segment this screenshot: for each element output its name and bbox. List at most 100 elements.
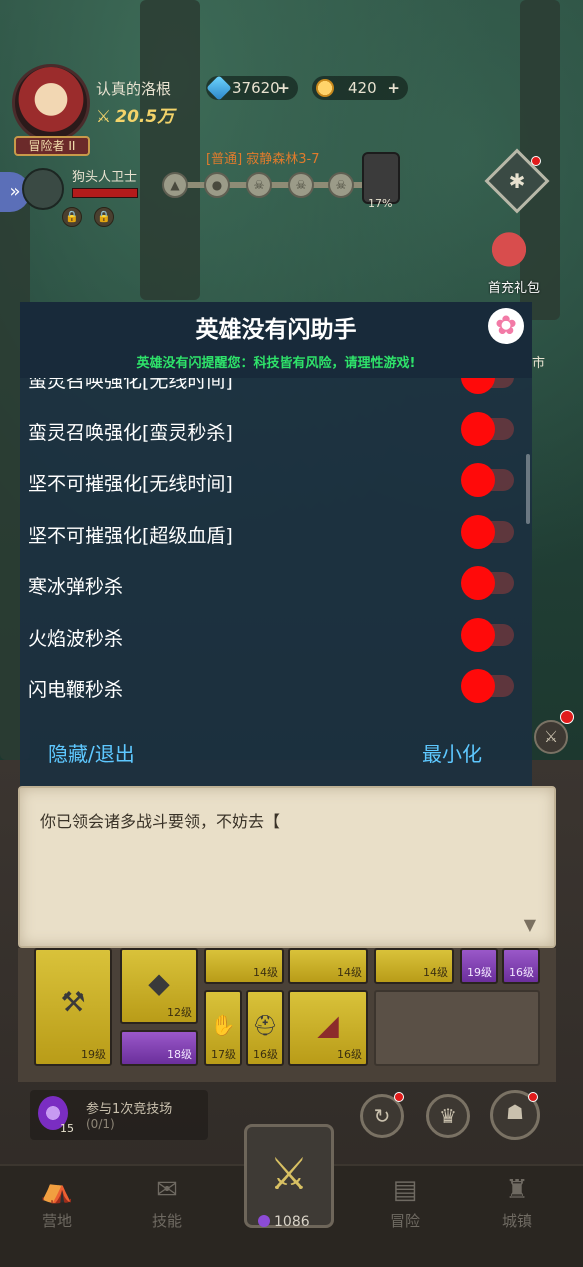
nav-town-label: 城镇	[501, 1212, 532, 1230]
battle-button[interactable]: ⚔	[244, 1124, 334, 1228]
inventory-grid: ⚒ 19级 ◆ 12级 18级 14级 14级 14级 19级 16级 ✋ 17…	[18, 948, 556, 1082]
dialog-text: 你已领会诸多战斗要领，不妨去【	[40, 812, 281, 831]
equipment-slot[interactable]: 18级	[120, 1030, 198, 1066]
nav-adventure[interactable]: ▤ 冒险	[360, 1174, 450, 1231]
feature-toggle[interactable]	[461, 411, 514, 446]
assistant-header: 英雄没有闪助手 ✿ 英雄没有闪提醒您：科技皆有风险，请理性游戏!	[20, 302, 532, 378]
battle-icon[interactable]: ⚔	[534, 720, 568, 754]
gem-icon	[206, 75, 232, 101]
toggle-knob	[461, 566, 495, 600]
nav-adventure-label: 冒险	[389, 1212, 420, 1230]
stage-node-icon: ●	[204, 172, 230, 198]
list-item: 坚不可摧强化[无线时间]	[20, 457, 532, 509]
flower-icon[interactable]: ✿	[488, 308, 524, 344]
feature-toggle[interactable]	[461, 617, 514, 652]
equipment-slot[interactable]: 19级	[460, 948, 498, 984]
list-scrollbar[interactable]	[526, 454, 530, 524]
assistant-title: 英雄没有闪助手	[195, 317, 357, 343]
gem-value: 37620	[232, 79, 280, 97]
feature-toggle[interactable]	[461, 566, 514, 600]
list-item: 坚不可摧强化[超级血盾]	[20, 509, 532, 561]
enemy-name: 狗头人卫士	[72, 170, 138, 185]
add-gems-icon[interactable]: +	[277, 76, 290, 100]
enemy-health-bar	[72, 188, 138, 198]
rank-badge: 冒险者 II	[14, 136, 90, 156]
equipment-slot[interactable]: ◆ 12级	[120, 948, 198, 1024]
knight-helmet-icon: ☗	[506, 1100, 524, 1124]
assistant-panel: 英雄没有闪助手 ✿ 英雄没有闪提醒您：科技皆有风险，请理性游戏! 蛮灵召唤强化[…	[20, 302, 532, 788]
item-level: 12级	[167, 1006, 192, 1019]
quest-progress: (0/1)	[86, 1117, 115, 1131]
coin-value: 420	[348, 79, 377, 97]
toggle-knob	[461, 411, 495, 446]
feature-toggle[interactable]	[461, 378, 514, 394]
quest-text: 参与1次竞技场	[86, 1102, 173, 1117]
equipment-slot[interactable]: 14级	[374, 948, 454, 984]
player-avatar[interactable]	[12, 64, 90, 142]
castle-icon: ♜	[505, 1175, 529, 1205]
feature-toggle[interactable]	[461, 514, 514, 549]
stage-progress-track: ▲ ● ☠ ☠ ☠	[162, 170, 372, 200]
item-level: 14级	[253, 966, 278, 979]
player-name: 认真的洛根	[96, 80, 172, 98]
toggle-knob	[461, 617, 495, 652]
feature-toggle[interactable]	[461, 669, 514, 703]
equipment-slot[interactable]: 14级	[204, 948, 284, 984]
skull-icon: ☠	[246, 172, 272, 198]
tent-icon: ⛺	[40, 1175, 74, 1205]
feature-list[interactable]: 蛮灵召唤强化[无线时间] 蛮灵召唤强化[蛮灵秒杀] 坚不可摧强化[无线时间] 坚…	[20, 378, 532, 704]
campfire-icon: ▲	[162, 172, 188, 198]
feature-toggle[interactable]	[461, 463, 514, 497]
add-coins-icon[interactable]: +	[387, 76, 400, 100]
crown-button[interactable]: ♛	[426, 1094, 470, 1138]
coin-counter[interactable]: 420 +	[312, 76, 408, 100]
helmet-icon: ⛑	[252, 1013, 278, 1038]
scroll-icon: ✉	[156, 1175, 178, 1205]
gauntlet-icon: ✋	[210, 1013, 236, 1038]
equipment-slot[interactable]: 16级	[502, 948, 540, 984]
tree-trunk	[140, 0, 200, 300]
dialog-box[interactable]: 你已领会诸多战斗要领，不妨去【 ▼	[18, 786, 556, 948]
feature-label: 火焰波秒杀	[28, 627, 124, 650]
toggle-knob	[461, 463, 495, 497]
enemy-avatar	[22, 168, 64, 210]
gift-pack-icon[interactable]	[478, 226, 540, 278]
soul-gem-icon	[258, 1215, 270, 1227]
toggle-knob	[461, 669, 495, 703]
equipment-slot[interactable]: ◢ 16级	[288, 990, 368, 1066]
list-item: 闪电鞭秒杀	[20, 663, 532, 704]
crossed-swords-icon: ⚔	[96, 107, 112, 127]
equipment-slot[interactable]: ✋ 17级	[204, 990, 242, 1066]
feature-label: 蛮灵召唤强化[蛮灵秒杀]	[28, 421, 233, 444]
list-item: 寒冰弹秒杀	[20, 560, 532, 612]
nav-town[interactable]: ♜ 城镇	[472, 1174, 562, 1231]
armor-icon: ◆	[148, 966, 170, 1000]
feature-label: 闪电鞭秒杀	[28, 679, 124, 701]
nav-camp[interactable]: ⛺ 营地	[12, 1174, 102, 1231]
minimize-button[interactable]: 最小化	[422, 738, 482, 767]
empty-equipment-slot[interactable]	[374, 990, 540, 1066]
map-icon: ▤	[392, 1175, 418, 1205]
notification-dot	[528, 1092, 538, 1102]
coin-icon	[316, 79, 334, 97]
equipment-slot[interactable]: ⚒ 19级	[34, 948, 112, 1066]
notification-dot	[394, 1092, 404, 1102]
item-level: 19级	[467, 966, 492, 979]
nav-skills[interactable]: ✉ 技能	[122, 1174, 212, 1231]
stage-title: [普通] 寂静森林3-7	[206, 152, 320, 167]
hide-exit-button[interactable]: 隐藏/退出	[48, 738, 135, 767]
list-item: 火焰波秒杀	[20, 612, 532, 664]
feature-label: 寒冰弹秒杀	[28, 576, 124, 598]
feature-label: 蛮灵召唤强化[无线时间]	[28, 378, 233, 392]
item-level: 16级	[337, 1048, 362, 1061]
item-level: 14级	[423, 966, 448, 979]
equipment-slot[interactable]: 14级	[288, 948, 368, 984]
soul-currency-value: 1086	[274, 1214, 310, 1230]
nav-skills-label: 技能	[151, 1212, 182, 1230]
equipment-slot[interactable]: ⛑ 16级	[246, 990, 284, 1066]
lock-icon: 🔒	[94, 207, 114, 227]
item-level: 19级	[81, 1048, 106, 1061]
gift-pack-label: 首充礼包	[488, 281, 541, 296]
daily-quest[interactable]: 15 参与1次竞技场 (0/1)	[30, 1090, 208, 1140]
gem-counter[interactable]: 37620 +	[206, 75, 298, 101]
